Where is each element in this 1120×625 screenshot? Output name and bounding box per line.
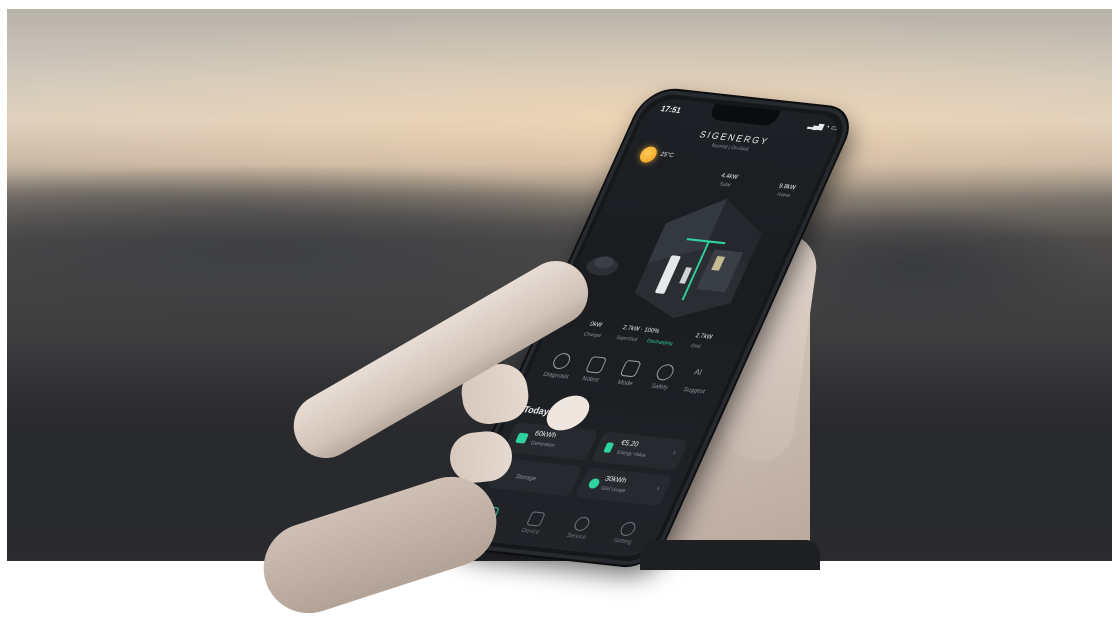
chevron-right-icon: › <box>655 485 661 493</box>
diagnosis-icon <box>550 352 573 370</box>
nav-device[interactable]: Device <box>509 510 555 543</box>
nav-label: Service <box>565 532 588 541</box>
battery-status: Discharging <box>645 338 674 347</box>
nav-label: Device <box>519 527 541 536</box>
solar-value: 4.4kW <box>719 173 739 181</box>
status-time: 17:51 <box>659 103 683 116</box>
charger-value: 0kW <box>588 321 603 329</box>
signal-icon: ▂▄▆ ◔ ▭ <box>806 122 840 133</box>
service-icon <box>572 516 592 532</box>
phone-notch <box>708 103 781 127</box>
bell-icon <box>584 356 608 374</box>
storage-label: Storage <box>514 474 538 483</box>
quick-action-label: Notice <box>580 375 600 384</box>
quick-action-label: Safety <box>649 383 669 392</box>
home-value: 9.8kW <box>777 183 797 192</box>
generation-label: Generation <box>529 440 556 449</box>
grid-label: Grid <box>689 342 702 350</box>
battery-value: 2.7kW · 100% <box>621 325 661 335</box>
grid-tower-icon <box>587 478 602 490</box>
grid-value: 2.7kW <box>694 333 714 341</box>
car-charger-icon <box>586 256 619 276</box>
nav-service[interactable]: Service <box>555 515 601 548</box>
energy-value-card[interactable]: €5.20 Energy Value › <box>591 431 689 471</box>
generation-value: 60kWh <box>533 430 558 440</box>
grid-usage-card[interactable]: 30kWh Grid Usage › <box>574 467 673 507</box>
solar-panel-icon <box>514 432 530 444</box>
grid-usage-label: Grid Usage <box>599 485 627 495</box>
sleeve <box>640 540 820 570</box>
grid-usage-value: 30kWh <box>603 475 628 485</box>
shield-icon <box>653 363 677 382</box>
ai-icon: AI <box>692 367 704 378</box>
temperature: 25°C <box>659 151 675 160</box>
charger-label: Charger <box>582 331 603 340</box>
battery-label: SigenStor <box>614 334 639 344</box>
sun-icon <box>637 145 660 164</box>
chevron-right-icon: › <box>671 449 677 457</box>
quick-action-label: Suggest <box>682 386 706 396</box>
quick-action-label: Mode <box>616 379 634 388</box>
mode-icon <box>619 359 642 378</box>
energy-value-amount: €5.20 <box>619 439 640 449</box>
nav-label: Setting <box>611 537 633 546</box>
battery-icon <box>603 442 615 453</box>
gear-icon <box>618 521 638 537</box>
quick-action-label: Diagnosis <box>541 371 570 381</box>
energy-value-label: Energy Value <box>615 449 647 459</box>
device-icon <box>526 511 546 527</box>
